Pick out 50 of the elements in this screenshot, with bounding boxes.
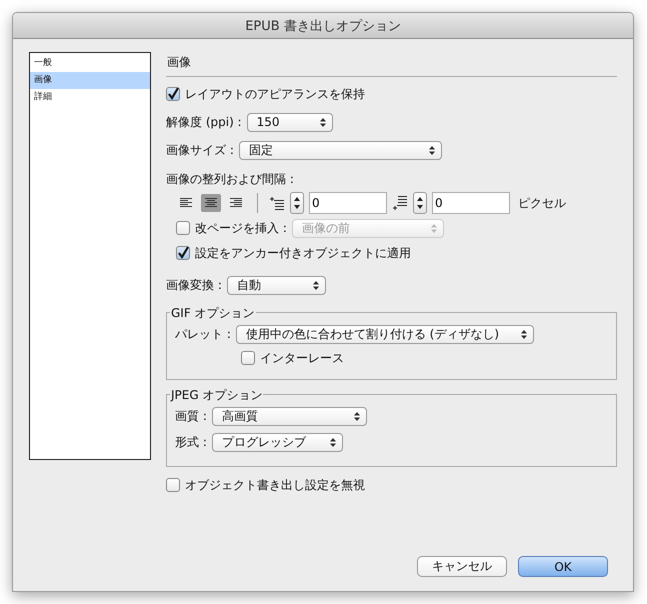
updown-arrows-icon <box>354 412 360 420</box>
checkbox-label: インターレース <box>260 350 344 366</box>
checkbox[interactable] <box>166 87 180 101</box>
text-align-icon <box>230 198 242 208</box>
window-title: EPUB 書き出しオプション <box>245 18 401 34</box>
checkbox-label: 改ページを挿入 : <box>195 220 287 236</box>
space-before-field[interactable]: 0 <box>309 192 387 214</box>
dropdown[interactable]: プログレッシブ <box>212 432 343 452</box>
space-after-icon <box>392 196 408 210</box>
dropdown[interactable]: 使用中の色に合わせて割り付ける (ディザなし) <box>236 324 534 344</box>
field-label: 形式 : <box>175 434 207 450</box>
updown-arrows-icon <box>416 195 424 211</box>
align-button[interactable] <box>201 194 221 212</box>
stepper[interactable] <box>413 192 427 214</box>
category-item[interactable]: 一般 <box>30 55 150 72</box>
updown-arrows-icon <box>520 330 527 338</box>
cancel-button[interactable]: キャンセル <box>417 556 507 577</box>
checkbox-label: 設定をアンカー付きオブジェクトに適用 <box>195 244 411 262</box>
checkbox[interactable] <box>166 478 180 492</box>
checkbox[interactable] <box>241 351 255 365</box>
dropdown[interactable]: 150 <box>246 112 333 132</box>
dropdown[interactable]: 自動 <box>226 276 326 294</box>
category-item[interactable]: 詳細 <box>30 89 150 106</box>
checkbox-label: オブジェクト書き出し設定を無視 <box>185 476 365 494</box>
space-before-icon <box>269 196 285 210</box>
space-after-field[interactable]: 0 <box>432 192 510 214</box>
field-label: 画像の整列および間隔 : <box>166 170 294 188</box>
text-align-icon <box>180 198 192 208</box>
updown-arrows-icon <box>320 118 326 126</box>
section-title: 画像 <box>166 52 617 77</box>
field-label: 画像サイズ : <box>166 142 234 158</box>
dropdown[interactable]: 固定 <box>238 140 442 160</box>
field-label: 解像度 (ppi) : <box>166 114 242 130</box>
field-label: パレット : <box>175 326 231 342</box>
field-label: 画像変換 : <box>166 276 222 294</box>
updown-arrows-icon <box>293 195 301 211</box>
updown-arrows-icon <box>430 224 437 232</box>
updown-arrows-icon <box>312 280 319 290</box>
checkbox-label: レイアウトのアピアランスを保持 <box>185 86 365 102</box>
group-title: JPEG オプション <box>170 387 264 404</box>
field-label: 画質 : <box>175 408 207 424</box>
unit-label: ピクセル <box>518 194 566 212</box>
category-item[interactable]: 画像 <box>30 72 150 89</box>
updown-arrows-icon <box>428 146 435 154</box>
stepper[interactable] <box>290 192 304 214</box>
text-align-icon <box>205 198 217 208</box>
ok-button[interactable]: OK <box>518 556 608 577</box>
dropdown[interactable]: 高画質 <box>212 406 367 426</box>
updown-arrows-icon <box>330 438 336 446</box>
checkbox[interactable] <box>176 246 190 260</box>
